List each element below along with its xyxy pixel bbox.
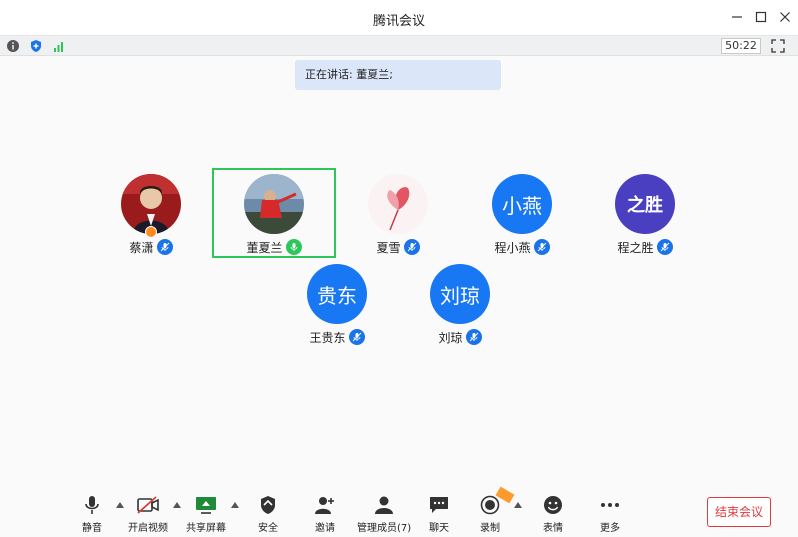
participant-name: 程之胜: [617, 240, 654, 255]
status-bar: 50:22: [0, 36, 798, 56]
microphone-icon[interactable]: [285, 239, 302, 255]
avatar: [244, 174, 304, 234]
participant-name: 蔡潇: [129, 240, 154, 255]
microphone-icon[interactable]: [403, 239, 420, 255]
participant-name: 夏雪: [376, 240, 401, 255]
info-icon[interactable]: [6, 39, 20, 53]
participant-tile[interactable]: 贵东 王贵东: [282, 264, 392, 345]
participant-name: 董夏兰: [246, 240, 283, 255]
close-icon[interactable]: [778, 10, 792, 24]
participant-tile[interactable]: 董夏兰: [219, 174, 329, 255]
participant-tile[interactable]: 小燕 程小燕: [467, 174, 577, 255]
microphone-icon[interactable]: [465, 329, 482, 345]
manage-members-button[interactable]: 管理成员(7): [357, 494, 411, 534]
participant-name: 刘琼: [438, 330, 463, 345]
chevron-up-icon[interactable]: [514, 502, 522, 508]
emoji-icon: [541, 494, 565, 516]
window-title: 腾讯会议: [372, 14, 425, 29]
speaking-banner: 正在讲话: 董夏兰;: [295, 60, 501, 90]
avatar: 贵东: [307, 264, 367, 324]
mute-button[interactable]: 静音: [80, 494, 104, 534]
record-button[interactable]: 录制: [478, 494, 502, 534]
add-user-icon: [313, 494, 337, 516]
meeting-timer: 50:22: [721, 38, 761, 54]
participant-tile[interactable]: 刘琼 刘琼: [405, 264, 515, 345]
video-off-icon: [136, 494, 160, 516]
fullscreen-icon[interactable]: [771, 39, 785, 53]
host-badge-icon: [145, 226, 157, 238]
signal-icon[interactable]: [52, 39, 66, 53]
participant-tile[interactable]: 蔡潇: [96, 174, 206, 255]
microphone-icon[interactable]: [348, 329, 365, 345]
start-video-button[interactable]: 开启视频: [128, 494, 168, 534]
end-meeting-button[interactable]: 结束会议: [707, 497, 771, 527]
microphone-icon: [80, 494, 104, 516]
members-icon: [372, 494, 396, 516]
shield-icon[interactable]: [29, 39, 43, 53]
participant-name: 王贵东: [309, 330, 346, 345]
avatar: 之胜: [615, 174, 675, 234]
microphone-icon[interactable]: [656, 239, 673, 255]
chevron-up-icon[interactable]: [173, 502, 181, 508]
avatar: [368, 174, 428, 234]
meeting-toolbar: 静音 开启视频 共享屏幕 安全 邀请 管理成员(7) 聊天 录制 表情 更多: [0, 488, 798, 537]
emoji-button[interactable]: 表情: [541, 494, 565, 534]
share-screen-button[interactable]: 共享屏幕: [186, 494, 226, 534]
chevron-up-icon[interactable]: [116, 502, 124, 508]
more-button[interactable]: 更多: [598, 494, 622, 534]
invite-button[interactable]: 邀请: [313, 494, 337, 534]
avatar: [121, 174, 181, 234]
microphone-icon[interactable]: [533, 239, 550, 255]
chevron-up-icon[interactable]: [231, 502, 239, 508]
participant-tile[interactable]: 之胜 程之胜: [590, 174, 700, 255]
security-button[interactable]: 安全: [256, 494, 280, 534]
meeting-window: 腾讯会议 50:22 正在讲话: 董夏兰; 蔡潇 董夏兰 夏雪 小燕 程小燕 之…: [0, 0, 798, 537]
maximize-icon[interactable]: [754, 10, 768, 24]
title-bar: 腾讯会议: [0, 0, 798, 36]
chat-button[interactable]: 聊天: [427, 494, 451, 534]
avatar: 刘琼: [430, 264, 490, 324]
microphone-icon[interactable]: [156, 239, 173, 255]
security-shield-icon: [256, 494, 280, 516]
more-icon: [598, 494, 622, 516]
chat-icon: [427, 494, 451, 516]
share-screen-icon: [194, 494, 218, 516]
minimize-icon[interactable]: [730, 10, 744, 24]
participant-name: 程小燕: [494, 240, 531, 255]
participant-tile[interactable]: 夏雪: [343, 174, 453, 255]
avatar: 小燕: [492, 174, 552, 234]
